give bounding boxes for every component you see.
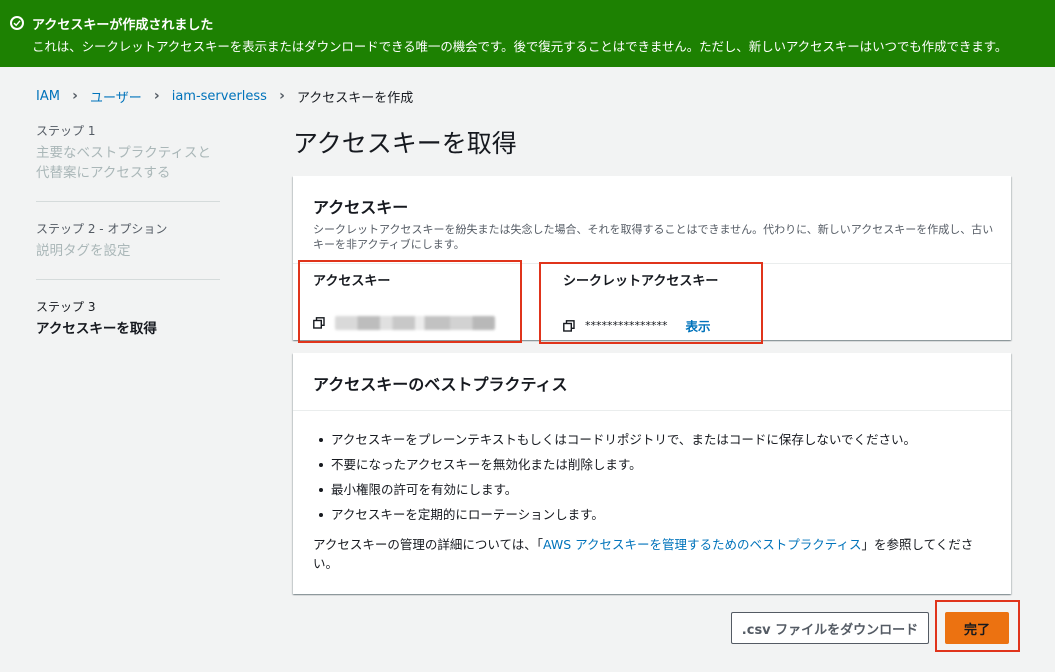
step-name: 説明タグを設定 — [36, 243, 131, 259]
chevron-right-icon: › — [279, 88, 285, 104]
list-item: アクセスキーを定期的にローテーションします。 — [313, 506, 991, 531]
breadcrumb-users[interactable]: ユーザー — [90, 87, 142, 106]
access-key-panel: アクセスキー シークレットアクセスキーを紛失または失念した場合、それを取得するこ… — [293, 176, 1011, 340]
best-practices-list: アクセスキーをプレーンテキストもしくはコードリポジトリで、またはコードに保存しな… — [313, 431, 991, 531]
breadcrumb-iam[interactable]: IAM — [36, 89, 60, 104]
secret-key-masked-value: *************** — [585, 319, 668, 332]
step-number: ステップ 1 — [36, 124, 96, 138]
step-name: アクセスキーを取得 — [36, 321, 157, 337]
chevron-right-icon: › — [72, 88, 78, 104]
best-practices-panel: アクセスキーのベストプラクティス アクセスキーをプレーンテキストもしくはコードリ… — [293, 353, 1011, 594]
step-number: ステップ 3 — [36, 300, 96, 314]
download-csv-button[interactable]: .csv ファイルをダウンロード — [731, 612, 929, 644]
list-item: 最小権限の許可を有効にします。 — [313, 481, 991, 506]
secret-key-column: シークレットアクセスキー *************** 表示 — [543, 264, 803, 340]
best-practices-title: アクセスキーのベストプラクティス — [313, 375, 568, 394]
step-name: 主要なベストプラクティスと代替案にアクセスする — [36, 145, 211, 181]
step-number: ステップ 2 - オプション — [36, 222, 168, 236]
breadcrumb-user[interactable]: iam-serverless — [172, 89, 267, 104]
best-practices-doc-link[interactable]: AWS アクセスキーを管理するためのベストプラクティス — [543, 537, 862, 552]
done-button[interactable]: 完了 — [945, 612, 1009, 644]
access-key-value-redacted — [335, 316, 495, 330]
step-3: ステップ 3 アクセスキーを取得 — [36, 298, 220, 357]
list-item: アクセスキーをプレーンテキストもしくはコードリポジトリで、またはコードに保存しな… — [313, 431, 991, 456]
copy-icon[interactable] — [313, 317, 325, 329]
note-prefix: アクセスキーの管理の詳細については、「 — [313, 537, 544, 552]
chevron-right-icon: › — [153, 88, 160, 104]
access-key-label: アクセスキー — [313, 274, 391, 289]
access-key-column: アクセスキー — [293, 264, 543, 340]
step-1: ステップ 1 主要なベストプラクティスと代替案にアクセスする — [36, 122, 220, 202]
breadcrumb: IAM › ユーザー › iam-serverless › アクセスキーを作成 — [36, 86, 413, 106]
step-2: ステップ 2 - オプション 説明タグを設定 — [36, 220, 220, 280]
flash-message: これは、シークレットアクセスキーを表示またはダウンロードできる唯一の機会です。後… — [32, 39, 1008, 54]
copy-icon[interactable] — [563, 319, 575, 332]
flash-title: アクセスキーが作成されました — [32, 17, 214, 33]
show-secret-link[interactable]: 表示 — [686, 316, 711, 335]
best-practices-note: アクセスキーの管理の詳細については、「AWS アクセスキーを管理するためのベスト… — [313, 535, 993, 573]
secret-key-label: シークレットアクセスキー — [563, 274, 719, 289]
breadcrumb-current: アクセスキーを作成 — [296, 90, 414, 106]
success-flash-banner: アクセスキーが作成されました これは、シークレットアクセスキーを表示またはダウン… — [0, 0, 1055, 67]
page-title: アクセスキーを取得 — [293, 129, 517, 158]
wizard-steps: ステップ 1 主要なベストプラクティスと代替案にアクセスする ステップ 2 - … — [36, 122, 220, 375]
access-key-panel-title: アクセスキー — [313, 198, 409, 217]
success-check-icon — [10, 16, 24, 30]
list-item: 不要になったアクセスキーを無効化または削除します。 — [313, 456, 991, 481]
access-key-panel-description: シークレットアクセスキーを紛失または失念した場合、それを取得することはできません… — [313, 223, 994, 251]
